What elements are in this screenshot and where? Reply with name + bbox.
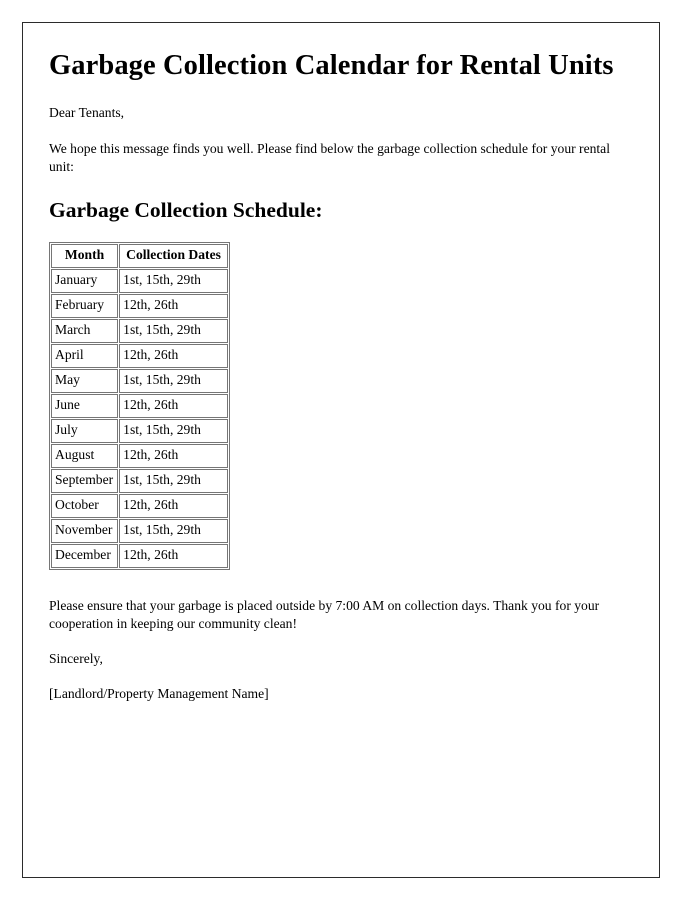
table-row: June 12th, 26th (51, 394, 228, 419)
table-row: March 1st, 15th, 29th (51, 319, 228, 344)
cell-collection-dates: 1st, 15th, 29th (119, 519, 228, 544)
cell-month: September (51, 469, 119, 494)
garbage-collection-schedule-table: Month Collection Dates January 1st, 15th… (49, 242, 230, 571)
table-row: November 1st, 15th, 29th (51, 519, 228, 544)
closing-block: Please ensure that your garbage is place… (49, 597, 623, 703)
signature-placeholder: [Landlord/Property Management Name] (49, 686, 269, 702)
notice-paragraph: Please ensure that your garbage is place… (49, 598, 600, 632)
document-page: Garbage Collection Calendar for Rental U… (22, 22, 660, 878)
cell-month: May (51, 369, 119, 394)
cell-collection-dates: 1st, 15th, 29th (119, 469, 228, 494)
cell-collection-dates: 1st, 15th, 29th (119, 269, 228, 294)
table-row: July 1st, 15th, 29th (51, 419, 228, 444)
cell-month: March (51, 319, 119, 344)
cell-month: April (51, 344, 119, 369)
cell-collection-dates: 1st, 15th, 29th (119, 369, 228, 394)
table-row: September 1st, 15th, 29th (51, 469, 228, 494)
closing-text: Sincerely, (49, 651, 103, 667)
column-header-collection-dates: Collection Dates (119, 244, 228, 269)
table-header: Month Collection Dates (51, 244, 228, 269)
cell-month: August (51, 444, 119, 469)
cell-month: November (51, 519, 119, 544)
cell-collection-dates: 12th, 26th (119, 494, 228, 519)
table-body: January 1st, 15th, 29th February 12th, 2… (51, 269, 228, 569)
table-row: May 1st, 15th, 29th (51, 369, 228, 394)
document-body: Garbage Collection Calendar for Rental U… (23, 23, 659, 723)
cell-collection-dates: 12th, 26th (119, 544, 228, 569)
salutation-text: Dear Tenants, (49, 105, 125, 121)
page-title: Garbage Collection Calendar for Rental U… (49, 50, 614, 81)
table-row: August 12th, 26th (51, 444, 228, 469)
section-heading-schedule: Garbage Collection Schedule: (49, 198, 323, 223)
intro-paragraph: We hope this message finds you well. Ple… (49, 141, 610, 175)
cell-month: January (51, 269, 119, 294)
cell-month: July (51, 419, 119, 444)
table-row: December 12th, 26th (51, 544, 228, 569)
table-row: April 12th, 26th (51, 344, 228, 369)
cell-collection-dates: 1st, 15th, 29th (119, 319, 228, 344)
cell-collection-dates: 12th, 26th (119, 394, 228, 419)
cell-collection-dates: 12th, 26th (119, 294, 228, 319)
cell-collection-dates: 12th, 26th (119, 444, 228, 469)
table-row: October 12th, 26th (51, 494, 228, 519)
cell-month: February (51, 294, 119, 319)
table-row: January 1st, 15th, 29th (51, 269, 228, 294)
cell-month: June (51, 394, 119, 419)
table-row: February 12th, 26th (51, 294, 228, 319)
cell-month: December (51, 544, 119, 569)
cell-collection-dates: 1st, 15th, 29th (119, 419, 228, 444)
cell-collection-dates: 12th, 26th (119, 344, 228, 369)
column-header-month: Month (51, 244, 119, 269)
cell-month: October (51, 494, 119, 519)
table-header-row: Month Collection Dates (51, 244, 228, 269)
